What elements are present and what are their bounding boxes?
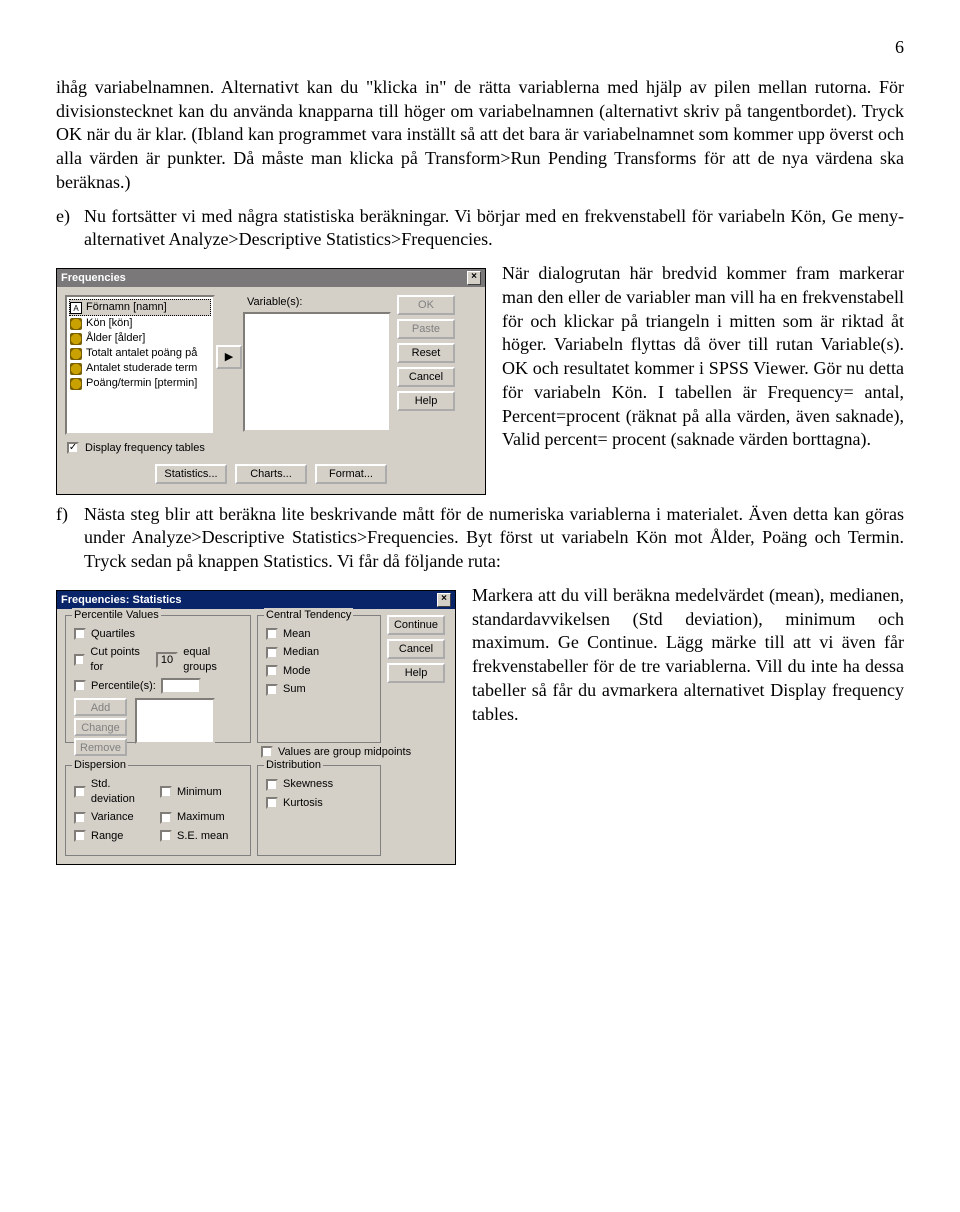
string-icon: A [70,302,82,314]
list-item-label: Poäng/termin [ptermin] [86,376,197,391]
close-icon[interactable]: × [437,593,451,607]
group-legend: Percentile Values [72,608,161,623]
central-tendency-group: Central Tendency Mean Median Mode Sum [257,615,381,743]
dialog-title: Frequencies [61,269,126,287]
se-label: S.E. mean [177,829,228,844]
sum-label: Sum [283,682,306,697]
cutpoints-post: equal groups [183,645,242,674]
cutpoints-field[interactable]: 10 [156,652,178,668]
add-button[interactable]: Add [74,698,127,716]
numeric-icon [70,363,82,375]
target-variable-list[interactable] [243,312,391,432]
sum-checkbox[interactable] [266,684,278,696]
distribution-group: Distribution Skewness Kurtosis [257,765,381,856]
range-checkbox[interactable] [74,830,86,842]
max-label: Maximum [177,810,225,825]
list-item-label: Kön [kön] [86,316,132,331]
close-icon[interactable]: × [467,271,481,285]
list-item[interactable]: Antalet studerade term [69,361,211,376]
median-label: Median [283,645,319,660]
percentile-list[interactable] [135,698,215,744]
list-item[interactable]: Kön [kön] [69,316,211,331]
item-f-text: Nästa steg blir att beräkna lite beskriv… [84,504,904,572]
charts-button[interactable]: Charts... [235,464,307,484]
min-label: Minimum [177,785,222,800]
frequencies-statistics-dialog: Frequencies: Statistics × Percentile Val… [56,590,456,866]
range-label: Range [91,829,123,844]
mode-label: Mode [283,664,311,679]
intro-paragraph: ihåg variabelnamnen. Alternativt kan du … [56,76,904,195]
list-item[interactable]: A Förnamn [namn] [69,299,211,316]
statistics-button[interactable]: Statistics... [155,464,227,484]
group-legend: Central Tendency [264,608,353,623]
kurt-label: Kurtosis [283,796,323,811]
var-checkbox[interactable] [74,812,86,824]
std-checkbox[interactable] [74,786,86,798]
list-item[interactable]: Ålder [ålder] [69,331,211,346]
list-item-label: Totalt antalet poäng på [86,346,197,361]
item-e-lead: Nu fortsätter vi med några statistiska b… [84,206,904,250]
percentiles-label: Percentile(s): [91,679,156,694]
list-item-label: Antalet studerade term [86,361,197,376]
numeric-icon [70,318,82,330]
percentile-input[interactable] [161,678,201,694]
cutpoints-pre: Cut points for [90,645,150,674]
move-right-button[interactable]: ▶ [216,345,242,369]
percentiles-checkbox[interactable] [74,680,86,692]
dialog-titlebar[interactable]: Frequencies × [57,269,485,287]
values-midpoints-checkbox[interactable] [261,746,273,758]
chevron-right-icon: ▶ [225,350,233,365]
variables-label: Variable(s): [243,295,391,310]
numeric-icon [70,378,82,390]
display-frequency-label: Display frequency tables [85,441,205,456]
numeric-icon [70,348,82,360]
numeric-icon [70,333,82,345]
paste-button[interactable]: Paste [397,319,455,339]
mode-checkbox[interactable] [266,665,278,677]
continue-button[interactable]: Continue [387,615,445,635]
kurt-checkbox[interactable] [266,797,278,809]
mean-checkbox[interactable] [266,628,278,640]
list-item[interactable]: Poäng/termin [ptermin] [69,376,211,391]
help-button[interactable]: Help [387,663,445,683]
dialog-titlebar[interactable]: Frequencies: Statistics × [57,591,455,609]
list-item-label: Förnamn [namn] [86,300,167,315]
cancel-button[interactable]: Cancel [397,367,455,387]
std-label: Std. deviation [91,777,156,806]
reset-button[interactable]: Reset [397,343,455,363]
cancel-button[interactable]: Cancel [387,639,445,659]
mean-label: Mean [283,627,311,642]
list-letter-f: f) [56,503,84,527]
median-checkbox[interactable] [266,647,278,659]
dialog-title: Frequencies: Statistics [61,591,181,609]
format-button[interactable]: Format... [315,464,387,484]
skew-checkbox[interactable] [266,779,278,791]
var-label: Variance [91,810,134,825]
percentile-values-group: Percentile Values Quartiles Cut points f… [65,615,251,743]
ok-button[interactable]: OK [397,295,455,315]
frequencies-dialog: Frequencies × AFörnamn [namn] Kön [kön] … [56,268,486,495]
page-number: 6 [56,36,904,60]
list-item-label: Ålder [ålder] [86,331,145,346]
display-frequency-checkbox[interactable]: ✓ [67,442,79,454]
remove-button[interactable]: Remove [74,738,127,756]
dispersion-group: Dispersion Std. deviation Minimum Varian… [65,765,251,856]
quartiles-label: Quartiles [91,627,135,642]
help-button[interactable]: Help [397,391,455,411]
se-checkbox[interactable] [160,830,172,842]
list-letter-e: e) [56,205,84,229]
list-item[interactable]: Totalt antalet poäng på [69,346,211,361]
values-midpoints-label: Values are group midpoints [278,745,411,760]
group-legend: Distribution [264,758,323,773]
change-button[interactable]: Change [74,718,127,736]
max-checkbox[interactable] [160,812,172,824]
quartiles-checkbox[interactable] [74,628,86,640]
skew-label: Skewness [283,777,333,792]
cutpoints-checkbox[interactable] [74,654,85,666]
group-legend: Dispersion [72,758,128,773]
source-variable-list[interactable]: AFörnamn [namn] Kön [kön] Ålder [ålder] … [65,295,215,435]
list-item-f: f)Nästa steg blir att beräkna lite beskr… [56,503,904,574]
min-checkbox[interactable] [160,786,172,798]
list-item-e: e)Nu fortsätter vi med några statistiska… [56,205,904,253]
